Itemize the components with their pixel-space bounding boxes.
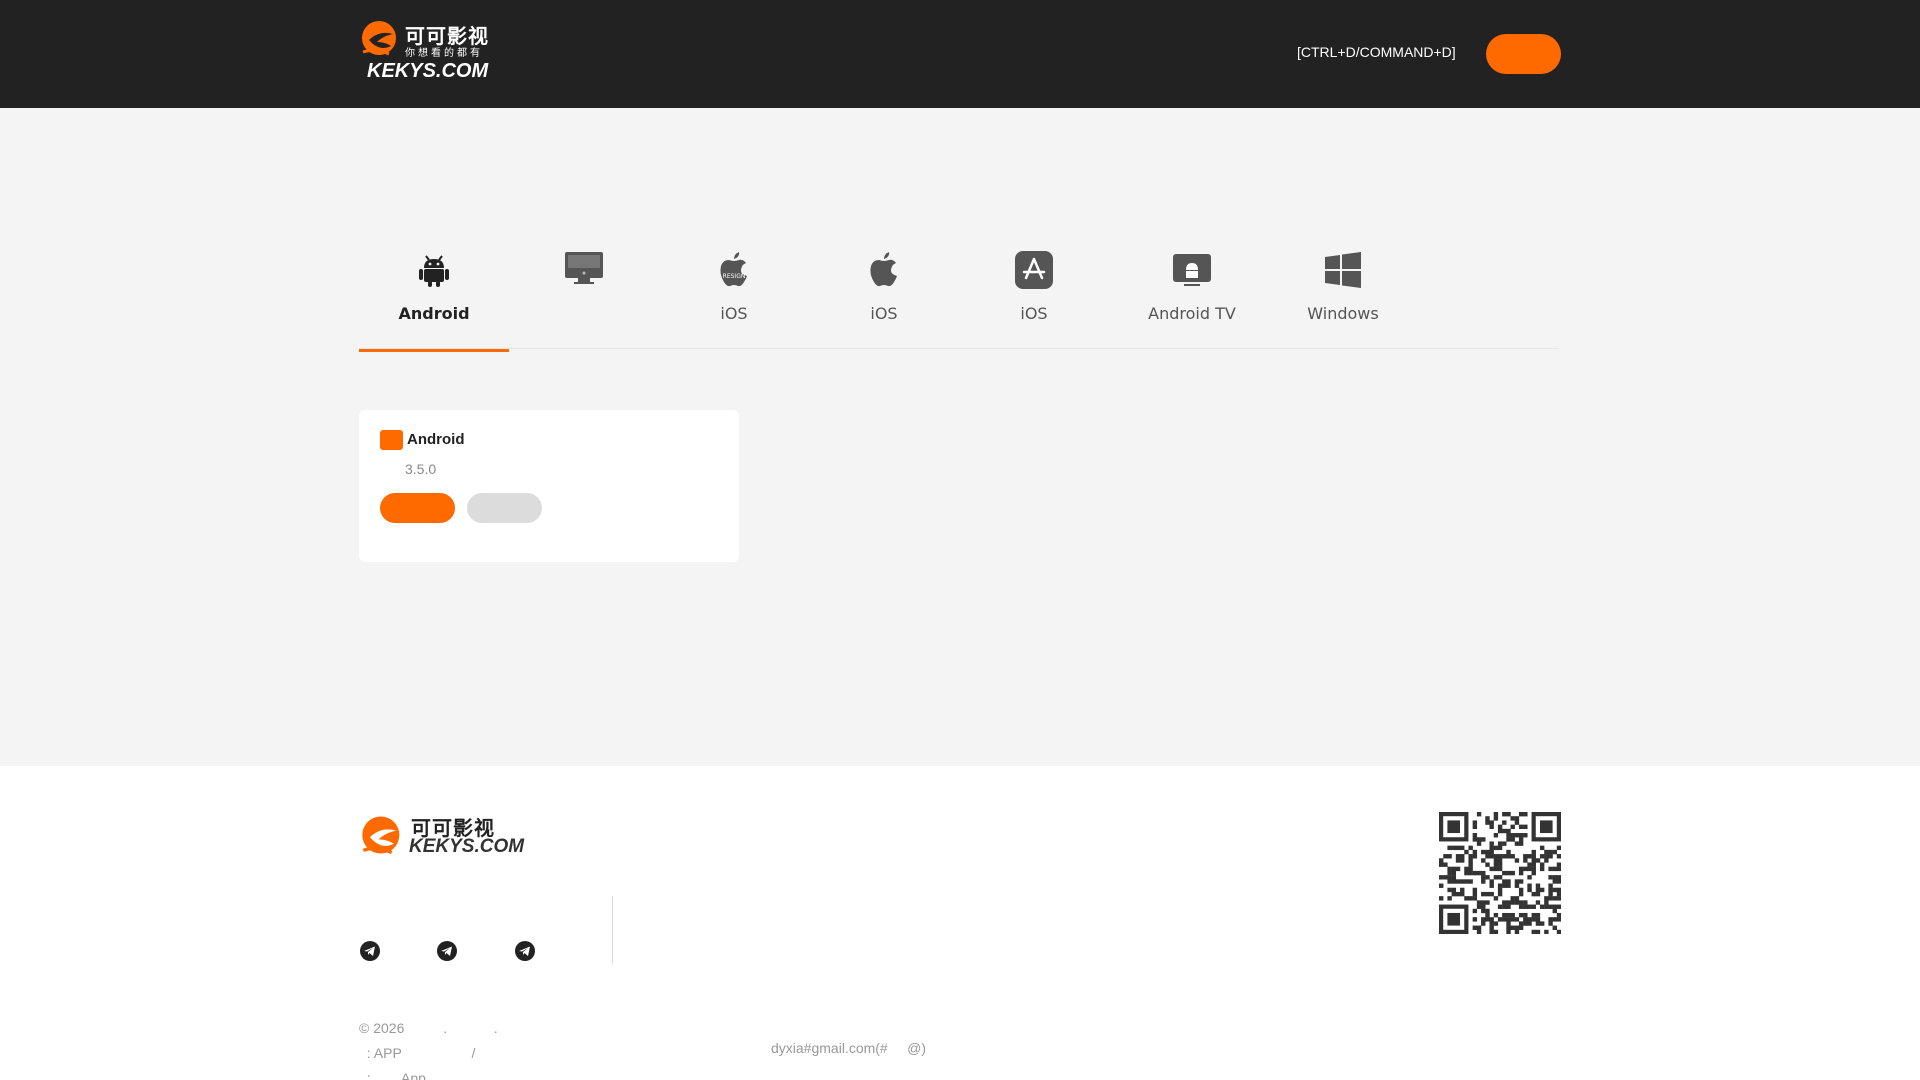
footer-copyright: © 2026 . . : APP / : App . [359,1016,498,1080]
tab-ios-appstore[interactable]: iOS [959,248,1109,348]
platform-tabs: Android RESIGN iOS iOS iOS Android TV Wi… [359,248,1559,352]
platform-tag-icon [380,430,403,450]
header-action-button[interactable] [1486,34,1561,74]
top-header: 可可影视 你想看的都有 KEKYS.COM [CTRL+D/COMMAND+D] [0,0,1920,108]
footer-logo-mark-icon [362,816,400,854]
bookmark-hotkey-text: [CTRL+D/COMMAND+D] [1297,44,1456,60]
copyright-line: © 2026 . . [359,1020,498,1036]
desktop-icon [565,252,603,284]
download-card: Android 3.5.0 [359,410,739,562]
tab-windows[interactable]: Windows [1275,248,1411,348]
copyright-line: : App . [359,1070,477,1080]
app-store-icon [1015,251,1053,289]
tab-label: iOS [1020,304,1048,323]
logo-slogan: 你想看的都有 [405,48,483,59]
copyright-line: : APP / [359,1045,476,1061]
telegram-icon[interactable] [436,940,458,962]
contact-email: dyxia#gmail.com(# @) [771,1040,927,1056]
page-footer: 可可影视 KEKYS.COM © 2026 . . : APP / : App … [0,766,1920,1080]
android-tv-icon [1173,254,1211,286]
tab-label: Windows [1307,304,1379,323]
tab-label: iOS [870,304,898,323]
tab-ios[interactable]: iOS [809,248,959,348]
download-button[interactable] [380,493,455,523]
footer-logo-english-text: KEKYS.COM [409,836,525,857]
card-version: 3.5.0 [405,461,437,477]
footer-divider [612,896,613,964]
tab-desktop[interactable] [509,248,659,348]
telegram-icon[interactable] [514,940,536,962]
tab-android[interactable]: Android [359,248,509,352]
tabs-divider [359,348,1559,349]
logo-mark-icon [362,21,396,56]
android-icon [419,255,449,287]
qr-code [1439,812,1561,934]
svg-text:RESIGN: RESIGN [723,273,746,280]
telegram-icon[interactable] [359,940,381,962]
tab-ios-resign[interactable]: RESIGN iOS [659,248,809,348]
secondary-button[interactable] [467,493,542,523]
site-logo[interactable]: 可可影视 你想看的都有 KEKYS.COM [359,18,495,84]
apple-icon [870,252,897,287]
tab-label: Android TV [1148,304,1236,323]
tab-label: iOS [720,304,748,323]
apple-resign-icon: RESIGN [720,252,747,287]
logo-english-text: KEKYS.COM [367,60,489,82]
tab-android-tv[interactable]: Android TV [1109,248,1275,348]
tab-label: Android [398,304,470,323]
footer-logo: 可可影视 KEKYS.COM [359,812,524,860]
card-title: Android [407,431,465,448]
windows-icon [1325,252,1361,288]
